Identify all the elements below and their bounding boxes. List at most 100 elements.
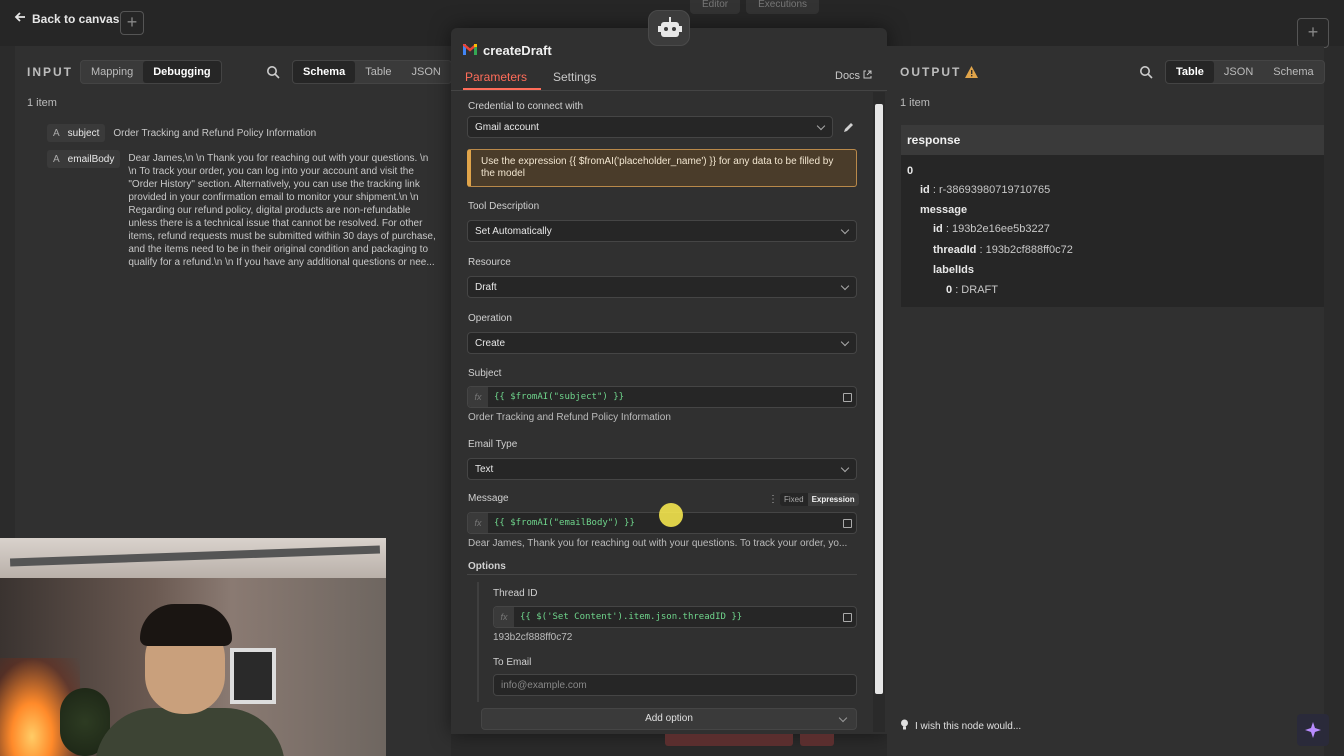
fx-icon: fx	[494, 607, 514, 627]
operation-select[interactable]: Create	[467, 332, 857, 354]
json-key: threadId	[933, 244, 977, 256]
feedback-label: I wish this node would...	[915, 721, 1022, 732]
credential-select[interactable]: Gmail account	[467, 116, 833, 138]
tool-description-select[interactable]: Set Automatically	[467, 220, 857, 242]
gmail-icon	[462, 43, 478, 58]
to-email-input[interactable]: info@example.com	[493, 674, 857, 696]
chevron-down-icon	[840, 281, 850, 291]
schema-field-subject[interactable]: A subject Order Tracking and Refund Poli…	[47, 124, 413, 142]
search-icon[interactable]	[1139, 65, 1153, 79]
json-value: : r-3869398071971076​5	[932, 184, 1051, 196]
field-tag[interactable]: A subject	[47, 124, 106, 142]
thread-id-expression-input[interactable]: fx {{ $('Set Content').item.json.threadI…	[493, 606, 857, 628]
add-node-plus-icon[interactable]: +	[120, 11, 144, 35]
tab-table[interactable]: Table	[1166, 61, 1214, 83]
pencil-edit-icon[interactable]	[843, 120, 855, 138]
input-title: INPUT	[27, 65, 73, 79]
chevron-down-icon	[840, 225, 850, 235]
docs-link[interactable]: Docs	[835, 70, 872, 82]
fx-icon: fx	[468, 513, 488, 533]
json-value: : 193b2e16ee5b3227	[945, 223, 1050, 235]
tab-executions[interactable]: Executions	[746, 0, 820, 14]
options-divider	[467, 574, 857, 575]
resource-label: Resource	[468, 257, 511, 268]
field-key: subject	[67, 127, 100, 139]
subject-label: Subject	[468, 368, 502, 379]
json-value: : 193b2cf888ff0c72	[979, 244, 1073, 256]
arrow-left-icon	[14, 11, 26, 26]
chevron-down-icon	[838, 713, 848, 723]
input-mode-toggle: Mapping Debugging	[80, 60, 222, 84]
operation-value: Create	[475, 338, 506, 349]
chevron-down-icon	[816, 121, 826, 131]
feedback-link[interactable]: I wish this node would...	[900, 719, 1021, 734]
output-view-toggle: Table JSON Schema	[1165, 60, 1325, 84]
field-tag[interactable]: A emailBody	[47, 150, 121, 168]
tab-mapping[interactable]: Mapping	[81, 61, 143, 83]
message-preview: Dear James, Thank you for reaching out w…	[468, 538, 848, 549]
subject-expression-input[interactable]: fx {{ $fromAI("subject") }}	[467, 386, 857, 408]
tab-json[interactable]: JSON	[1214, 61, 1263, 83]
tab-parameters[interactable]: Parameters	[465, 70, 527, 84]
credential-value: Gmail account	[475, 122, 539, 133]
toggle-fixed[interactable]: Fixed	[780, 493, 808, 506]
tool-description-label: Tool Description	[468, 201, 540, 212]
json-key: id	[920, 184, 930, 196]
add-option-button[interactable]: Add option	[481, 708, 857, 730]
options-label: Options	[468, 561, 506, 572]
operation-label: Operation	[468, 313, 512, 324]
toggle-expression[interactable]: Expression	[807, 493, 859, 506]
json-row-id: id : r-3869398071971076​5	[920, 184, 1050, 196]
add-node-plus-icon-right[interactable]: +	[1297, 18, 1329, 48]
message-label: Message	[468, 493, 509, 504]
tab-debugging[interactable]: Debugging	[143, 61, 221, 83]
docs-label: Docs	[835, 70, 861, 82]
scrollbar-thumb[interactable]	[875, 104, 883, 694]
webcam-video	[0, 538, 386, 756]
webcam-person-body	[95, 708, 285, 756]
email-type-select[interactable]: Text	[467, 458, 857, 480]
json-key: message	[920, 204, 968, 216]
mouse-cursor-highlight	[659, 503, 683, 527]
tab-schema[interactable]: Schema	[1263, 61, 1323, 83]
tab-editor[interactable]: Editor	[690, 0, 741, 14]
webcam-picture-frame	[230, 648, 276, 704]
json-key: 0	[946, 284, 953, 296]
json-row-label-0: 0 : DRAFT	[946, 284, 998, 296]
expand-icon[interactable]	[843, 393, 852, 402]
robot-icon	[648, 10, 690, 46]
top-tabs: Editor Executions	[690, 0, 820, 14]
back-to-canvas-button[interactable]: Back to canvas	[14, 11, 119, 26]
fixed-expression-toggle: Fixed Expression	[780, 493, 859, 506]
tab-json[interactable]: JSON	[402, 61, 451, 83]
chevron-down-icon	[840, 463, 850, 473]
email-type-label: Email Type	[468, 439, 518, 450]
tab-schema[interactable]: Schema	[293, 61, 356, 83]
ai-assistant-button[interactable]	[1297, 714, 1329, 746]
output-item-count: 1 item	[900, 97, 930, 109]
node-title[interactable]: createDraft	[462, 43, 552, 58]
options-indent-bar	[477, 582, 479, 702]
input-view-toggle: Schema Table JSON	[292, 60, 452, 84]
subject-expression: {{ $fromAI("subject") }}	[494, 392, 625, 402]
message-expression: {{ $fromAI("emailBody") }}	[494, 518, 635, 528]
thread-id-expression: {{ $('Set Content').item.json.threadID }…	[520, 612, 743, 622]
tab-settings[interactable]: Settings	[553, 70, 596, 84]
active-tab-underline	[463, 88, 541, 90]
expand-icon[interactable]	[843, 613, 852, 622]
json-key: id	[933, 223, 943, 235]
fromai-notice: Use the expression {{ $fromAI('placehold…	[467, 149, 857, 187]
tab-table[interactable]: Table	[355, 61, 401, 83]
resource-select[interactable]: Draft	[467, 276, 857, 298]
search-icon[interactable]	[266, 65, 280, 79]
modal-scrollbar[interactable]	[873, 92, 885, 732]
schema-field-emailbody[interactable]: A emailBody Dear James,\n \n Thank you f…	[47, 150, 438, 269]
bottom-action-bar-2	[800, 734, 834, 746]
json-key: 0	[907, 165, 914, 177]
string-type-icon: A	[53, 127, 60, 139]
json-index: 0	[907, 165, 913, 177]
expand-icon[interactable]	[843, 519, 852, 528]
json-row-msg-id: id : 193b2e16ee5b3227	[933, 223, 1050, 235]
more-options-icon[interactable]: ⋮	[768, 494, 778, 505]
output-title: OUTPUT	[900, 65, 962, 79]
